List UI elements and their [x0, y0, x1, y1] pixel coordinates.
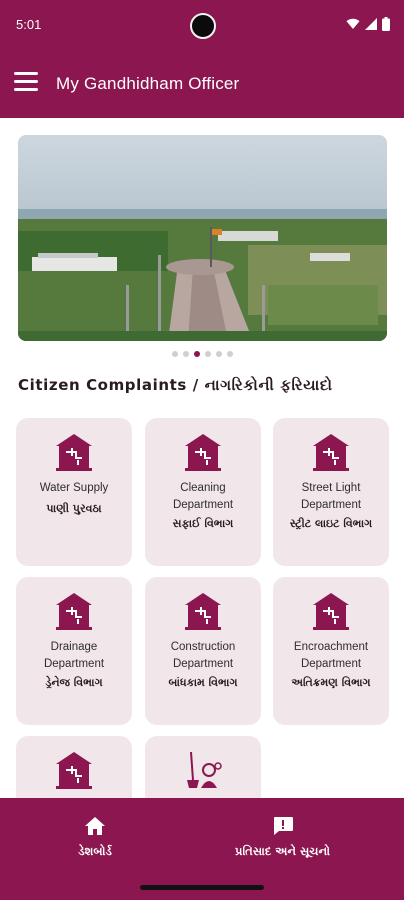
department-card-street-light[interactable]: Street Light Department સ્ટ્રીટ લાઇટ વિભ… [273, 418, 389, 566]
department-card-cleaning[interactable]: Cleaning Department સફાઈ વિભાગ [145, 418, 261, 566]
carousel-dot[interactable] [215, 351, 222, 357]
department-building-icon [56, 593, 92, 630]
department-grid: Water Supply પાણી પુરવઠા Cleaning Depart… [16, 418, 390, 798]
carousel-dots [0, 351, 404, 357]
department-name-gu: બાંધકામ વિભાગ [168, 676, 238, 689]
sanitation-worker-icon [187, 751, 222, 788]
department-building-icon [56, 752, 92, 789]
nav-feedback[interactable]: પ્રતિસાદ અને સૂચનો [210, 816, 355, 859]
status-time: 5:01 [16, 17, 42, 32]
department-card-water-supply[interactable]: Water Supply પાણી પુરવઠા [16, 418, 132, 566]
carousel-dot[interactable] [204, 351, 211, 357]
page-title: My Gandhidham Officer [56, 74, 240, 93]
department-name-en: Cleaning Department [172, 482, 234, 511]
department-building-icon [185, 434, 221, 471]
department-building-icon [56, 434, 92, 471]
department-name-gu: પાણી પુરવઠા [46, 502, 102, 515]
department-name-gu: સ્ટ્રીટ લાઇટ વિભાગ [289, 517, 373, 530]
department-building-icon [313, 434, 349, 471]
nav-dashboard-label: ડેશબોર્ડ [78, 844, 112, 858]
banner-image[interactable] [18, 135, 387, 341]
gesture-handle[interactable] [140, 885, 264, 890]
department-name-en: Street Light Department [300, 482, 362, 511]
department-name-gu: સફાઈ વિભાગ [172, 517, 234, 530]
feedback-icon [273, 817, 293, 835]
department-card[interactable] [145, 736, 261, 798]
carousel-dot-active[interactable] [193, 351, 200, 357]
department-building-icon [185, 593, 221, 630]
department-name-gu: ડ્રેનેજ વિભાગ [45, 676, 103, 689]
carousel-dot[interactable] [182, 351, 189, 357]
carousel-dot[interactable] [226, 351, 233, 357]
department-building-icon [313, 593, 349, 630]
battery-icon [382, 17, 390, 31]
camera-cutout [190, 13, 216, 39]
home-icon [85, 817, 105, 835]
status-icons [346, 16, 390, 32]
status-bar: 5:01 [0, 0, 404, 50]
app-bar: My Gandhidham Officer [0, 50, 404, 118]
signal-icon [365, 18, 377, 30]
department-name-en: Construction Department [170, 641, 236, 670]
nav-dashboard[interactable]: ડેશબોર્ડ [40, 816, 150, 859]
carousel-dot[interactable] [171, 351, 178, 357]
wifi-icon [346, 18, 360, 29]
bottom-navigation: ડેશબોર્ડ પ્રતિસાદ અને સૂચનો [0, 798, 404, 878]
department-card-drainage[interactable]: Drainage Department ડ્રેનેજ વિભાગ [16, 577, 132, 725]
department-card-encroachment[interactable]: Encroachment Department અતિક્રમણ વિભાગ [273, 577, 389, 725]
department-name-en: Encroachment Department [293, 641, 369, 670]
department-card-construction[interactable]: Construction Department બાંધકામ વિભાગ [145, 577, 261, 725]
department-name-gu: અતિક્રમણ વિભાગ [291, 676, 371, 689]
section-title: Citizen Complaints / નાગરિકોની ફરિયાદો [18, 376, 333, 394]
hamburger-menu-icon[interactable] [14, 72, 40, 94]
nav-feedback-label: પ્રતિસાદ અને સૂચનો [235, 844, 330, 858]
department-name-en: Water Supply [39, 482, 109, 494]
department-name-en: Drainage Department [43, 641, 105, 670]
department-card[interactable] [16, 736, 132, 798]
